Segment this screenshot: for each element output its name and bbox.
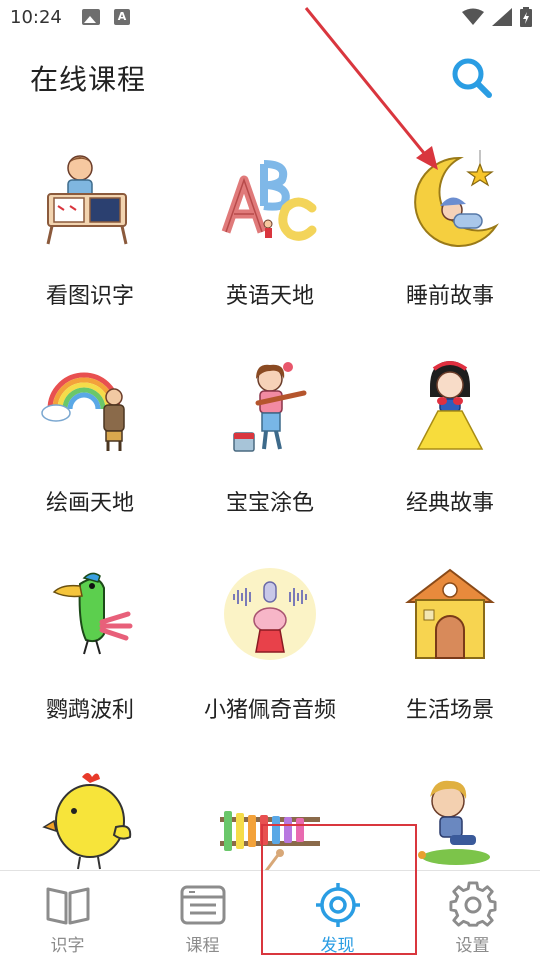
grid-item-shuiqian-gushi[interactable]: 睡前故事 [360, 120, 540, 327]
grid-item-xylophone[interactable] [180, 741, 360, 870]
boy-reading-book-icon [46, 155, 128, 245]
status-bar: 10:24 A [0, 0, 540, 36]
grid-item-label: 生活场景 [405, 698, 494, 723]
xylophone-icon [220, 811, 320, 870]
grid-item-chick[interactable] [0, 741, 180, 870]
grid-item-huihua-tiandi[interactable]: 绘画天地 [0, 327, 180, 534]
grid-item-label: 绘画天地 [45, 491, 134, 516]
rainbow-painter-icon [41, 372, 125, 451]
grid-item-yingwu-boli[interactable]: 鹦鹉波利 [0, 534, 180, 741]
nav-item-shezhi[interactable]: 设置 [405, 871, 540, 960]
page-title: 在线课程 [30, 63, 147, 96]
course-grid: 看图识字 英语天地 睡前故事 绘画天地 宝宝涂色 经典故事 鹦鹉波利 小猪佩奇音… [0, 120, 540, 870]
nav-label: 识字 [50, 936, 85, 956]
notification-icons: A [82, 9, 130, 25]
yellow-chick-icon [42, 773, 132, 870]
system-icons [462, 7, 532, 27]
baby-sleeping-on-moon-icon [414, 150, 499, 247]
grid-item-label: 看图识字 [45, 284, 134, 309]
grid-item-label: 鹦鹉波利 [45, 698, 134, 723]
abc-letters-icon [221, 160, 317, 241]
a-notification-icon: A [114, 9, 130, 25]
grid-item-baobao-tuse[interactable]: 宝宝涂色 [180, 327, 360, 534]
grid-item-boy-on-grass[interactable] [360, 741, 540, 870]
search-icon [452, 58, 492, 98]
grid-item-peppa-yinpin[interactable]: 小猪佩奇音频 [180, 534, 360, 741]
target-icon [316, 883, 360, 927]
image-notification-icon [82, 9, 100, 25]
grid-item-yingyu-tiandi[interactable]: 英语天地 [180, 120, 360, 327]
grid-item-jingdian-gushi[interactable]: 经典故事 [360, 327, 540, 534]
parrot-icon [52, 572, 133, 655]
search-button[interactable] [448, 54, 496, 102]
nav-item-faxian[interactable]: 发现 [270, 871, 405, 960]
peppa-pig-audio-icon [224, 568, 316, 660]
signal-icon [492, 8, 512, 26]
grid-item-label: 睡前故事 [405, 284, 494, 309]
boy-sitting-on-grass-icon [418, 780, 490, 865]
snow-white-icon [416, 361, 484, 450]
gear-icon [449, 881, 497, 927]
nav-label: 设置 [455, 936, 490, 956]
grid-item-kantu-shizi[interactable]: 看图识字 [0, 120, 180, 327]
wifi-icon [462, 8, 484, 25]
battery-icon [520, 7, 532, 27]
nav-item-kecheng[interactable]: 课程 [135, 871, 270, 960]
grid-item-label: 经典故事 [405, 491, 494, 516]
nav-label: 发现 [320, 936, 355, 956]
grid-item-label: 英语天地 [225, 284, 314, 309]
bottom-nav: 识字 课程 发现 设置 [0, 870, 540, 960]
girl-with-paintbrush-icon [233, 362, 307, 452]
open-book-icon [46, 887, 90, 925]
list-card-icon [180, 885, 226, 925]
app-header: 在线课程 [0, 36, 540, 120]
yellow-house-icon [405, 568, 495, 659]
nav-label: 课程 [185, 936, 220, 956]
grid-item-label: 宝宝涂色 [225, 491, 314, 516]
status-time: 10:24 [10, 7, 62, 28]
grid-item-label: 小猪佩奇音频 [203, 698, 336, 723]
nav-item-shizi[interactable]: 识字 [0, 871, 135, 960]
grid-item-shenghuo-changjing[interactable]: 生活场景 [360, 534, 540, 741]
